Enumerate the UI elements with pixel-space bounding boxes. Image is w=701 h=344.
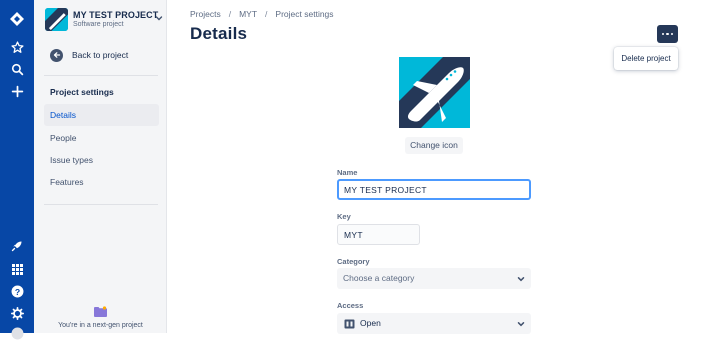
project-name-input[interactable] [337,179,531,200]
sidebar-item-details[interactable]: Details [44,104,159,126]
next-gen-folder-icon [94,306,107,317]
ellipsis-icon [670,32,674,36]
settings-gear-icon[interactable] [0,302,34,324]
breadcrumb-separator: / [228,9,232,19]
arrow-left-icon [50,48,63,62]
sidebar-divider [44,204,158,205]
actions-dropdown-menu: Delete project [614,47,678,70]
profile-avatar-icon[interactable] [0,322,34,344]
open-access-icon [344,319,355,329]
breadcrumb: Projects / MYT / Project settings [190,9,334,19]
project-sidebar: MY TEST PROJECT Software project Back to… [34,0,167,333]
next-gen-notice: You're in a next-gen project [58,322,143,329]
sidebar-item-features[interactable]: Features [44,171,159,193]
help-icon[interactable]: ? [0,280,34,302]
chevron-down-icon [517,322,525,327]
rocket-icon[interactable] [0,235,34,257]
breadcrumb-separator: / [265,9,268,19]
project-key-input[interactable] [337,224,420,245]
breadcrumb-projects[interactable]: Projects [190,9,221,19]
back-to-project-label: Back to project [72,50,129,60]
project-icon-image [399,57,470,128]
sidebar-section-title: Project settings [50,87,114,97]
project-avatar [45,8,68,31]
jira-logo-icon[interactable] [0,8,34,30]
breadcrumb-project-settings[interactable]: Project settings [275,9,333,19]
access-select[interactable]: Open [337,313,531,334]
name-label: Name [337,168,358,177]
category-placeholder: Choose a category [343,273,415,283]
change-icon-button[interactable]: Change icon [405,137,463,154]
ellipsis-icon [661,32,665,36]
chevron-down-icon [155,16,163,21]
category-label: Category [337,257,370,266]
sidebar-divider [44,75,158,76]
delete-project-menu-item[interactable]: Delete project [614,47,678,70]
project-name: MY TEST PROJECT [73,10,159,20]
project-type: Software project [73,21,124,28]
breadcrumb-project-key[interactable]: MYT [239,9,257,19]
app-switcher-icon[interactable] [0,258,34,280]
star-icon[interactable] [0,36,34,58]
back-to-project-button[interactable]: Back to project [50,47,160,63]
svg-text:?: ? [14,286,19,296]
access-value: Open [360,318,381,328]
page-title: Details [190,24,248,43]
chevron-down-icon [517,277,525,282]
project-header[interactable]: MY TEST PROJECT Software project [45,8,163,34]
access-label: Access [337,301,364,310]
create-plus-icon[interactable] [0,80,34,102]
global-nav: ? [0,0,34,339]
sidebar-item-people[interactable]: People [44,127,159,149]
search-icon[interactable] [0,58,34,80]
category-select[interactable]: Choose a category [337,268,531,289]
ellipsis-icon [666,32,669,36]
key-label: Key [337,212,351,221]
more-actions-button[interactable] [657,25,678,43]
sidebar-item-issue-types[interactable]: Issue types [44,149,159,171]
